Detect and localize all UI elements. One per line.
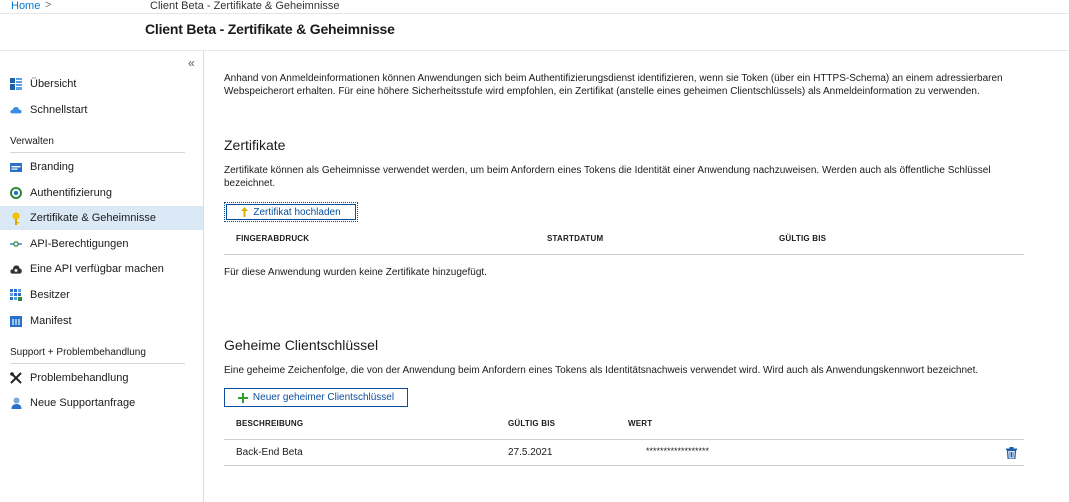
secret-expires-cell: 27.5.2021 xyxy=(508,447,553,458)
sidebar-item-new-support-request[interactable]: Neue Supportanfrage xyxy=(0,391,203,415)
certificates-empty-message: Für diese Anwendung wurden keine Zertifi… xyxy=(224,267,487,278)
manifest-icon xyxy=(10,315,22,327)
sidebar-item-label: Besitzer xyxy=(30,289,70,301)
column-header-start-date: STARTDATUM xyxy=(547,234,604,243)
column-header-expires: GÜLTIG BIS xyxy=(508,419,556,428)
plus-icon xyxy=(237,392,248,403)
sidebar-item-label: Übersicht xyxy=(30,78,77,90)
upload-certificate-button[interactable]: Zertifikat hochladen xyxy=(224,202,358,222)
section-header-support: Support + Problembehandlung xyxy=(10,347,146,358)
intro-text: Anhand von Anmeldeinformationen können A… xyxy=(224,73,1003,97)
authentication-icon xyxy=(10,187,22,199)
expose-api-icon xyxy=(10,263,22,275)
column-header-thumbprint: FINGERABDRUCK xyxy=(236,234,310,243)
new-client-secret-label: Neuer geheimer Clientschlüssel xyxy=(252,392,395,403)
sidebar-item-label: API-Berechtigungen xyxy=(30,238,129,250)
secret-value-cell: ****************** xyxy=(646,446,710,456)
collapse-sidebar-button[interactable]: « xyxy=(188,56,195,70)
new-client-secret-button[interactable]: Neuer geheimer Clientschlüssel xyxy=(224,388,408,407)
section-divider xyxy=(10,363,185,364)
sidebar-item-label: Manifest xyxy=(30,315,72,327)
table-row-divider xyxy=(224,465,1024,466)
sidebar-item-manifest[interactable]: Manifest xyxy=(0,309,203,333)
sidebar-item-troubleshooting[interactable]: Problembehandlung xyxy=(0,366,203,390)
section-header-manage: Verwalten xyxy=(10,136,54,147)
api-permissions-icon xyxy=(10,238,22,250)
section-divider xyxy=(10,152,185,153)
secret-description-cell: Back-End Beta xyxy=(236,447,303,458)
sidebar-item-branding[interactable]: Branding xyxy=(0,155,203,179)
sidebar-item-label: Problembehandlung xyxy=(30,372,129,384)
sidebar-item-quickstart[interactable]: Schnellstart xyxy=(0,98,203,122)
sidebar-item-label: Branding xyxy=(30,161,75,173)
overview-icon xyxy=(10,78,22,90)
sidebar-item-label: Neue Supportanfrage xyxy=(30,397,136,409)
sidebar-item-expose-api[interactable]: Eine API verfügbar machen xyxy=(0,257,203,281)
upload-icon xyxy=(241,207,249,217)
sidebar-item-label: Zertifikate & Geheimnisse xyxy=(30,212,156,224)
quickstart-cloud-icon xyxy=(10,104,22,116)
breadcrumb-separator: > xyxy=(45,0,52,11)
table-divider xyxy=(224,439,1024,440)
breadcrumb-home-link[interactable]: Home xyxy=(11,0,40,12)
column-header-expires: GÜLTIG BIS xyxy=(779,234,827,243)
client-secrets-heading: Geheime Clientschlüssel xyxy=(224,337,379,353)
sidebar-item-label: Authentifizierung xyxy=(30,187,112,199)
column-header-value: WERT xyxy=(628,419,653,428)
client-secrets-description: Eine geheime Zeichenfolge, die von der A… xyxy=(224,365,979,376)
sidebar-item-overview[interactable]: Übersicht xyxy=(0,72,203,96)
key-icon xyxy=(10,211,22,225)
sidebar-item-certificates-secrets[interactable]: Zertifikate & Geheimnisse xyxy=(0,206,203,230)
certificates-description: Zertifikate können als Geheimnisse verwe… xyxy=(224,165,991,189)
owners-icon xyxy=(10,289,22,301)
page-title: Client Beta - Zertifikate & Geheimnisse xyxy=(145,21,395,37)
sidebar-item-api-permissions[interactable]: API-Berechtigungen xyxy=(0,232,203,256)
upload-certificate-label: Zertifikat hochladen xyxy=(253,206,341,218)
troubleshoot-icon xyxy=(10,372,22,384)
breadcrumb-current: Client Beta - Zertifikate & Geheimnisse xyxy=(150,0,340,12)
column-header-description: BESCHREIBUNG xyxy=(236,419,304,428)
sidebar-item-label: Eine API verfügbar machen xyxy=(30,263,164,275)
branding-icon xyxy=(10,161,22,173)
sidebar-item-owners[interactable]: Besitzer xyxy=(0,283,203,307)
table-divider xyxy=(224,254,1024,255)
delete-trash-icon[interactable] xyxy=(1006,447,1017,460)
sidebar-item-label: Schnellstart xyxy=(30,104,88,116)
certificates-heading: Zertifikate xyxy=(224,137,286,153)
sidebar-item-authentication[interactable]: Authentifizierung xyxy=(0,181,203,205)
support-request-icon xyxy=(10,397,22,409)
top-bar: Home > Client Beta - Zertifikate & Gehei… xyxy=(0,0,1069,14)
